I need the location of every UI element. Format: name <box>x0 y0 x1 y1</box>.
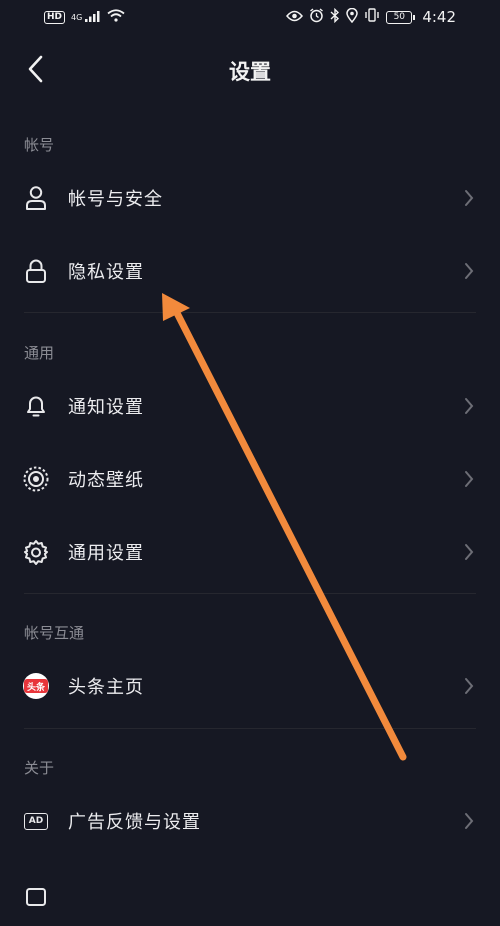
section-title-about: 关于 <box>24 759 55 777</box>
settings-item-label: 隐私设置 <box>68 262 144 283</box>
settings-item-privacy[interactable]: 隐私设置 <box>0 239 500 303</box>
toutiao-badge-text: 头条 <box>24 679 48 693</box>
annotation-arrow <box>162 293 407 761</box>
ad-badge-text: AD <box>24 812 48 830</box>
chevron-right-icon <box>462 188 476 208</box>
alarm-icon <box>309 7 324 27</box>
settings-item-toutiao-homepage[interactable]: 头条 头条主页 <box>0 654 500 718</box>
chevron-right-icon <box>462 469 476 489</box>
network-type: 4G <box>71 12 83 22</box>
chevron-right-icon <box>462 261 476 281</box>
divider <box>24 728 476 729</box>
section-title-account: 帐号 <box>24 136 55 154</box>
vibrate-icon <box>364 8 380 26</box>
settings-item-label: 广告反馈与设置 <box>68 812 201 833</box>
document-icon <box>22 880 50 908</box>
eye-icon <box>286 8 304 26</box>
settings-item-label: 头条主页 <box>68 677 144 698</box>
signal-icon <box>85 8 101 26</box>
chevron-right-icon <box>462 811 476 831</box>
lock-icon <box>22 257 50 285</box>
wifi-icon <box>107 8 125 26</box>
page-title: 设置 <box>229 60 271 84</box>
live-wallpaper-icon <box>22 465 50 493</box>
nav-bar: 设置 <box>0 38 500 102</box>
chevron-right-icon <box>462 676 476 696</box>
chevron-right-icon <box>462 542 476 562</box>
settings-item-label: 通用设置 <box>68 543 144 564</box>
gear-icon <box>22 538 50 566</box>
location-icon <box>346 7 359 27</box>
chevron-right-icon <box>462 396 476 416</box>
settings-item-label: 动态壁纸 <box>68 470 144 491</box>
divider <box>24 593 476 594</box>
hd-icon: HD <box>44 10 66 24</box>
divider <box>24 312 476 313</box>
settings-item-partial[interactable] <box>0 862 500 926</box>
status-right: 50 4:42 <box>286 7 456 27</box>
settings-item-live-wallpaper[interactable]: 动态壁纸 <box>0 447 500 511</box>
settings-item-label: 帐号与安全 <box>68 189 163 210</box>
bell-icon <box>22 392 50 420</box>
status-left: HD 4G <box>44 8 125 26</box>
settings-item-ad-feedback[interactable]: AD 广告反馈与设置 <box>0 789 500 853</box>
settings-item-account-security[interactable]: 帐号与安全 <box>0 166 500 230</box>
section-title-linked-accounts: 帐号互通 <box>24 624 85 642</box>
battery-icon: 50 <box>386 10 416 24</box>
toutiao-logo: 头条 <box>23 673 49 699</box>
status-bar: HD 4G 50 4:42 <box>0 0 500 34</box>
bluetooth-icon <box>330 7 340 27</box>
status-time: 4:42 <box>422 8 456 26</box>
ad-icon: AD <box>22 807 50 835</box>
settings-item-label: 通知设置 <box>68 397 144 418</box>
toutiao-icon: 头条 <box>22 672 50 700</box>
section-title-general: 通用 <box>24 344 55 362</box>
user-icon <box>22 184 50 212</box>
settings-item-notifications[interactable]: 通知设置 <box>0 374 500 438</box>
settings-item-general[interactable]: 通用设置 <box>0 520 500 584</box>
